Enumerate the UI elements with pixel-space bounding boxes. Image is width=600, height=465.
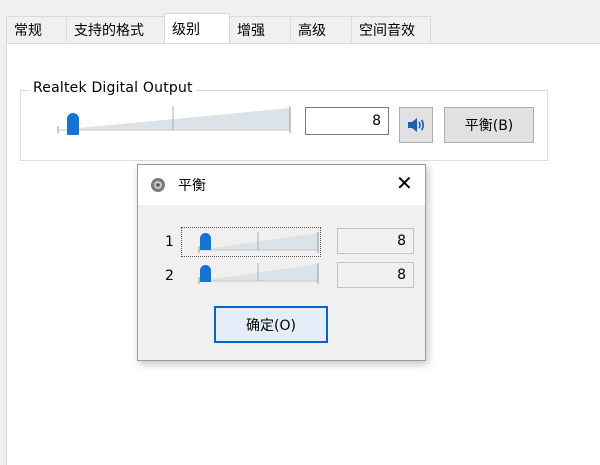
channel-1-value-field: 8 [337,228,414,254]
tab-enhancements[interactable]: 增强 [229,16,291,42]
tab-general-label: 常规 [14,22,42,39]
tab-enhancements-label: 增强 [237,22,265,39]
volume-slider-thumb[interactable] [67,113,79,135]
channel-2-slider-thumb[interactable] [200,265,211,282]
mute-button[interactable] [399,107,433,143]
dialog-title: 平衡 [178,178,206,194]
balance-button-label: 平衡(B) [464,118,514,134]
channel-2-value: 8 [397,267,406,283]
tab-levels-label: 级别 [172,22,200,38]
channel-2-value-field: 8 [337,262,414,288]
tab-advanced[interactable]: 高级 [290,16,352,42]
balance-button[interactable]: 平衡(B) [444,107,534,143]
volume-slider-wedge [57,106,291,133]
channel-1-value: 8 [397,233,406,249]
tab-bar: 常规 支持的格式 级别 增强 高级 空间音效 [0,0,600,44]
ok-button-label: 确定(O) [246,317,296,334]
close-icon[interactable]: ✕ [396,173,413,193]
device-name: Realtek Digital Output [30,80,196,96]
channel-2-slider[interactable] [194,261,320,285]
tab-spatial-sound-label: 空间音效 [359,22,415,39]
channel-1-slider[interactable] [194,230,320,254]
volume-slider[interactable] [52,104,292,136]
volume-value-field[interactable]: 8 [305,107,389,135]
channel-1-slider-wedge [198,232,319,253]
balance-dialog: 平衡 ✕ 1 8 2 8 确定(O) [137,164,426,361]
volume-value: 8 [372,113,381,129]
channel-2-label: 2 [165,268,174,284]
tab-spatial-sound[interactable]: 空间音效 [351,16,431,42]
tab-supported-formats[interactable]: 支持的格式 [66,16,166,42]
channel-1-label: 1 [165,234,174,250]
tab-advanced-label: 高级 [298,22,326,39]
tab-supported-formats-label: 支持的格式 [74,22,144,39]
speaker-icon [151,178,165,192]
tab-general[interactable]: 常规 [6,16,67,42]
dialog-titlebar[interactable]: 平衡 ✕ [138,165,425,205]
tab-levels[interactable]: 级别 [164,13,230,44]
speaker-icon [408,118,425,132]
ok-button[interactable]: 确定(O) [214,306,328,343]
channel-2-slider-wedge [198,263,319,284]
channel-1-slider-thumb[interactable] [200,233,211,250]
